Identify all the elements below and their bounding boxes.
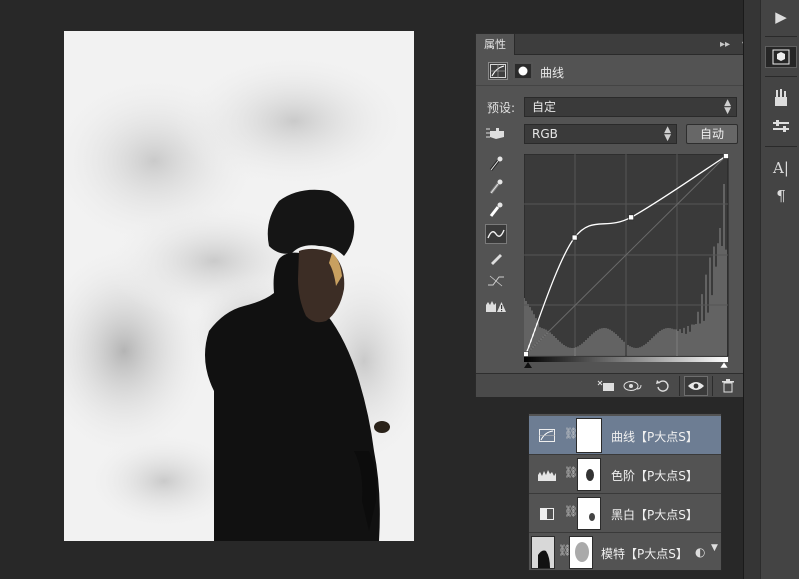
white-point-slider[interactable]: [719, 361, 729, 368]
layers-scroll-down-icon[interactable]: ▼: [711, 543, 718, 553]
layer-mask-thumbnail[interactable]: [577, 458, 601, 491]
dock-divider: [765, 36, 797, 37]
curve-control-point[interactable]: [524, 351, 529, 357]
layer-name[interactable]: 模特【P大点S】: [601, 545, 688, 562]
layer-mask-icon[interactable]: [513, 62, 533, 80]
eyedropper-black-icon[interactable]: [485, 154, 507, 174]
adjustment-title: 曲线: [540, 66, 565, 80]
pencil-icon[interactable]: [485, 248, 507, 268]
layer-thumbnail[interactable]: [531, 536, 555, 569]
character-text-icon[interactable]: A|: [765, 157, 797, 179]
select-arrows-icon: ▲ ▼: [664, 125, 671, 143]
play-icon[interactable]: ▶: [765, 6, 797, 28]
preset-value: 自定: [532, 100, 557, 114]
layer-row[interactable]: ⛓ 模特【P大点S】 ◐ ▼: [529, 533, 721, 572]
on-image-adjust-hand-icon[interactable]: [484, 123, 510, 143]
clipping-warning-icon[interactable]: [485, 296, 507, 316]
output-gradient-bar: [524, 357, 728, 362]
reset-icon[interactable]: [651, 376, 675, 396]
artwork-image: [64, 31, 414, 541]
dock-divider: [765, 76, 797, 77]
layer-name[interactable]: 曲线【P大点S】: [611, 428, 698, 445]
eyedropper-white-icon[interactable]: [485, 200, 507, 220]
channel-value: RGB: [532, 127, 558, 141]
black-point-slider[interactable]: [524, 362, 532, 368]
curve-control-point[interactable]: [571, 234, 578, 241]
clip-to-layer-icon[interactable]: [594, 376, 618, 396]
brush-presets-icon[interactable]: [765, 87, 797, 109]
tab-properties[interactable]: 属性: [476, 34, 515, 55]
smooth-curve-icon[interactable]: [485, 271, 507, 291]
paragraph-icon[interactable]: ¶: [765, 185, 797, 207]
levels-adjustment-icon[interactable]: [537, 467, 557, 482]
auto-button[interactable]: 自动: [686, 124, 738, 144]
collapse-panel-icon[interactable]: ▸▸: [720, 37, 730, 52]
footer-divider: [712, 376, 713, 396]
view-previous-state-icon[interactable]: [621, 376, 645, 396]
properties-footer: [476, 373, 760, 397]
curve-control-point[interactable]: [723, 154, 729, 159]
chain-link-icon[interactable]: ⛓: [564, 427, 578, 440]
layer-mask-thumbnail[interactable]: [569, 536, 593, 569]
layer-name[interactable]: 色阶【P大点S】: [611, 467, 698, 484]
footer-divider: [679, 376, 680, 396]
preset-label: 预设:: [487, 101, 516, 115]
chain-link-icon[interactable]: ⛓: [564, 505, 578, 518]
curves-adjustment-icon[interactable]: [488, 62, 508, 80]
adjustments-sliders-icon[interactable]: [765, 115, 797, 137]
preset-select[interactable]: 自定 ▲ ▼: [524, 97, 737, 117]
right-dock: ▶ A| ¶: [743, 0, 799, 579]
curves-graph[interactable]: [524, 154, 734, 368]
document-canvas[interactable]: [64, 31, 414, 541]
eyedropper-gray-icon[interactable]: [485, 177, 507, 197]
properties-cube-icon[interactable]: [765, 46, 797, 68]
curve-point-icon[interactable]: [485, 224, 507, 244]
curve-control-point[interactable]: [628, 214, 634, 221]
curves-adjustment-icon[interactable]: [537, 428, 557, 443]
layer-mask-thumbnail[interactable]: [577, 497, 601, 530]
layer-row[interactable]: ⛓ 黑白【P大点S】: [529, 494, 721, 533]
properties-header: 曲线: [476, 56, 760, 86]
select-arrows-icon: ▲ ▼: [724, 98, 731, 116]
dock-divider: [765, 146, 797, 147]
layer-mask-thumbnail[interactable]: [576, 418, 602, 453]
layer-row[interactable]: ⛓ 色阶【P大点S】: [529, 455, 721, 494]
chain-link-icon[interactable]: ⛓: [564, 466, 578, 479]
dock-icon-column: ▶ A| ¶: [760, 0, 799, 579]
visibility-eye-icon[interactable]: [684, 376, 708, 396]
smart-object-icon: ◐: [695, 545, 706, 559]
layer-name[interactable]: 黑白【P大点S】: [611, 506, 698, 523]
black-white-adjustment-icon[interactable]: [537, 506, 557, 521]
delete-icon[interactable]: [716, 376, 740, 396]
layer-row[interactable]: ⛓ 曲线【P大点S】: [529, 416, 721, 455]
channel-select[interactable]: RGB ▲ ▼: [524, 124, 677, 144]
properties-tabbar: 属性 ▸▸ ▾≡: [476, 34, 760, 55]
properties-panel: 属性 ▸▸ ▾≡ 曲线 预设: 自定 ▲▼: [475, 33, 761, 397]
layers-panel: ⛓ 曲线【P大点S】 ⛓ 色阶【P大点S】 ⛓ 黑白【P大点S】 ⛓ 模特【P大…: [528, 413, 722, 571]
